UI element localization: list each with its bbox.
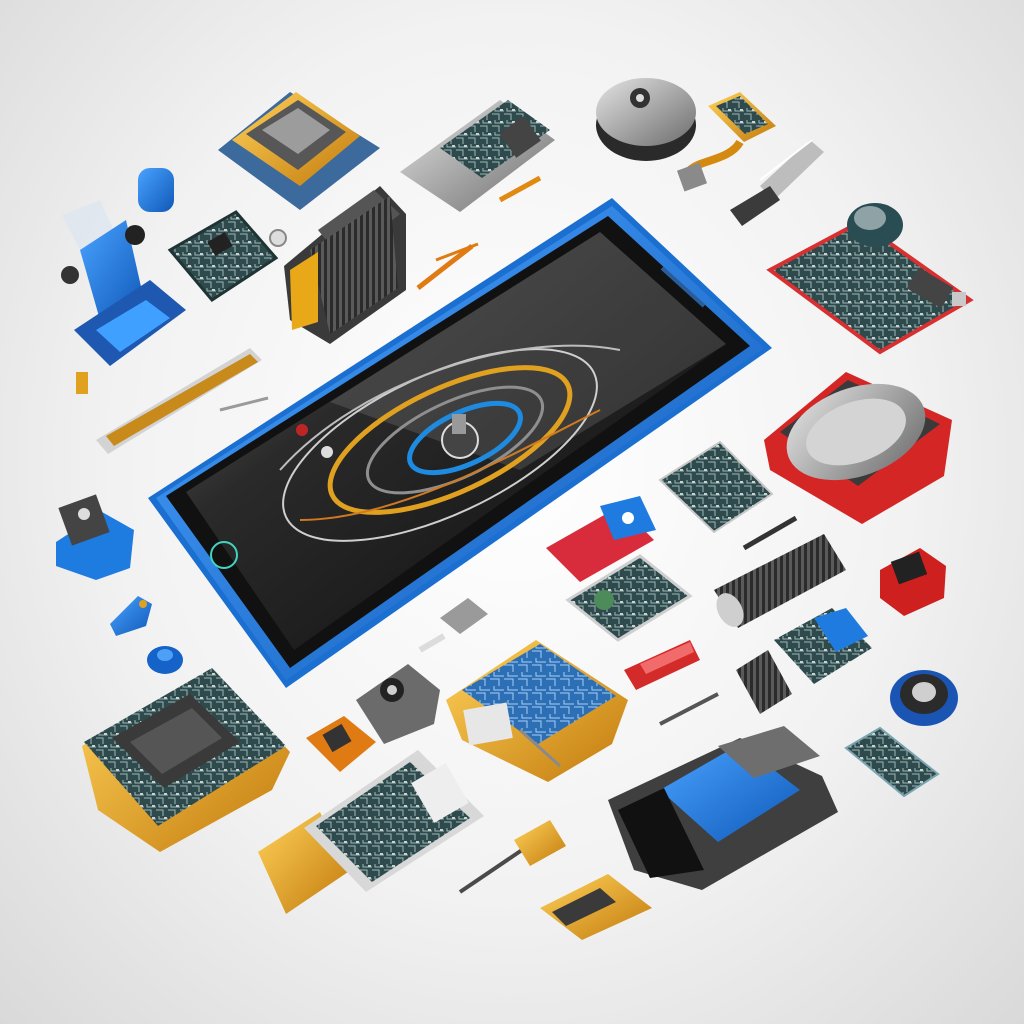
circuit-board-top: [400, 100, 555, 212]
silver-switch: [418, 598, 488, 653]
sim-tray-board: [258, 750, 484, 914]
orange-tweezers-piece: [416, 242, 479, 290]
illustration-canvas: [56, 78, 974, 940]
blue-robot-assembly: [61, 168, 186, 394]
logic-board-right: [766, 203, 974, 355]
small-pcb-bottom-right: [844, 726, 940, 798]
metal-pin-tool: [458, 820, 566, 894]
green-pcb-small-left: [167, 210, 287, 302]
blue-camera-lens: [890, 670, 958, 726]
blue-pcb-module-right: [774, 608, 872, 684]
grey-camera-block: [356, 664, 440, 744]
connector-plug: [730, 139, 824, 226]
comb-connector: [736, 650, 792, 714]
red-plug: [624, 640, 700, 690]
processor-board-large: [82, 668, 290, 852]
camera-module-gold: [218, 92, 380, 210]
gold-chip-bottom: [540, 874, 652, 940]
orange-connector-small: [306, 716, 376, 772]
blue-gear-part: [56, 494, 134, 580]
speaker-assembly: [764, 372, 952, 524]
exploded-phone-illustration: [0, 0, 1024, 1024]
camera-lens-block: [284, 186, 406, 344]
red-magnet: [880, 548, 946, 616]
small-blue-clip: [110, 596, 152, 636]
blue-battery-case: [608, 726, 838, 890]
vibration-motor: [596, 78, 696, 161]
blue-cap: [147, 646, 183, 674]
blue-orange-board: [446, 640, 628, 782]
green-chip-right: [658, 440, 774, 534]
